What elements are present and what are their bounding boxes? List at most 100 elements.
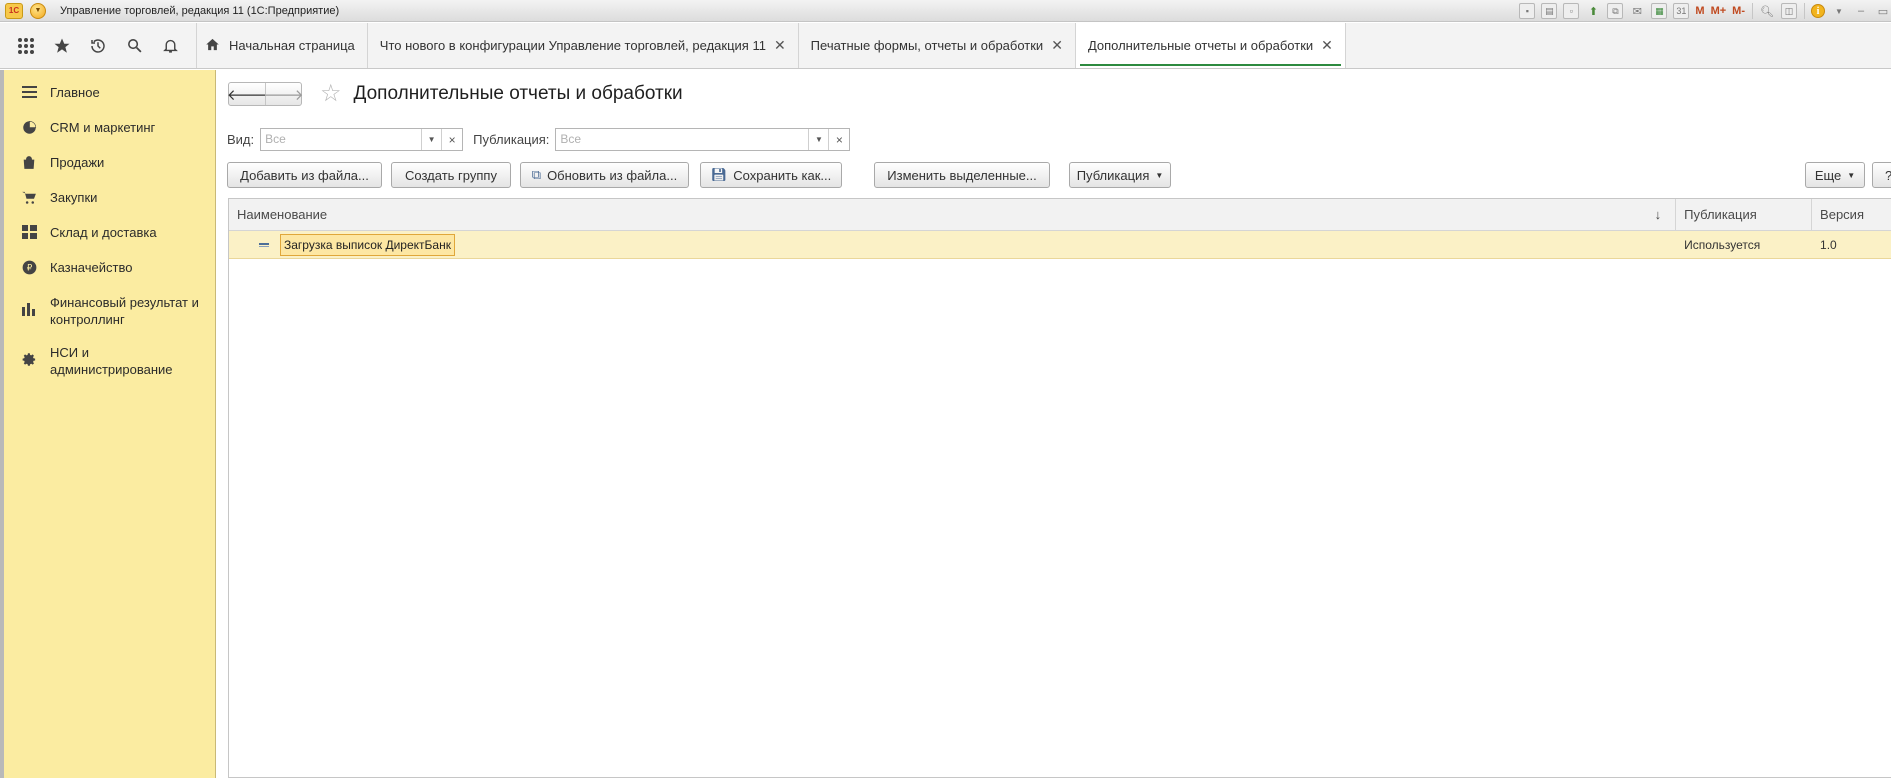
add-from-file-button[interactable]: Добавить из файла...	[227, 162, 382, 188]
tab-label: Печатные формы, отчеты и обработки	[810, 38, 1044, 53]
sidebar-item-sales[interactable]: Продажи	[4, 144, 215, 179]
warehouse-grid-icon	[20, 223, 38, 241]
favorites-star-icon[interactable]	[44, 28, 80, 64]
tab-label: Начальная страница	[229, 38, 355, 53]
publication-filter-input[interactable]: Все	[556, 129, 810, 150]
sidebar-item-label: Финансовый результат и контроллинг	[50, 295, 199, 327]
sidebar-item-admin[interactable]: НСИ и администрирование	[4, 334, 215, 378]
chevron-down-icon: ▼	[1847, 170, 1856, 180]
button-label: Обновить из файла...	[547, 167, 678, 183]
table-header: Наименование ↓ Публикация Версия	[229, 199, 1891, 231]
publication-filter-field[interactable]: Все ▼ ×	[555, 128, 851, 151]
column-label: Наименование	[237, 207, 328, 222]
page-header: 🡐 🡒 ☆ Дополнительные отчеты и обработки	[227, 82, 683, 106]
preview-icon[interactable]: ▫	[1563, 3, 1580, 19]
close-icon[interactable]: ✕	[1051, 37, 1063, 54]
divider	[1752, 3, 1753, 19]
email-icon[interactable]: ✉	[1629, 3, 1645, 19]
save-icon[interactable]: ▪	[1519, 3, 1536, 19]
favorite-star-icon[interactable]: ☆	[320, 82, 342, 106]
memory-plus-button[interactable]: M+	[1711, 5, 1727, 17]
pie-chart-icon	[20, 118, 38, 136]
chevron-down-icon: ▼	[1155, 170, 1164, 180]
divider	[1804, 3, 1805, 19]
cell-name[interactable]: Загрузка выписок ДиректБанк	[229, 231, 1676, 258]
update-from-file-button[interactable]: ⧉ Обновить из файла...	[520, 162, 689, 188]
vid-filter-input[interactable]: Все	[261, 129, 423, 150]
cell-publication[interactable]: Используется	[1676, 231, 1812, 258]
sidebar-item-finance[interactable]: Финансовый результат и контроллинг	[4, 284, 215, 328]
clear-icon[interactable]: ×	[442, 129, 462, 150]
memory-m-button[interactable]: M	[1695, 5, 1704, 17]
clear-icon[interactable]: ×	[829, 129, 849, 150]
history-icon[interactable]	[80, 28, 116, 64]
help-button[interactable]: ?	[1872, 162, 1891, 188]
notifications-bell-icon[interactable]	[152, 28, 188, 64]
zoom-icon[interactable]: 🔍︎	[1759, 3, 1775, 19]
bar-chart-icon	[20, 300, 38, 318]
navigation-buttons: 🡐 🡒	[227, 82, 304, 106]
home-icon	[205, 37, 220, 55]
cart-icon	[20, 188, 38, 206]
table-row[interactable]: Загрузка выписок ДиректБанк Используется…	[229, 231, 1891, 259]
close-icon[interactable]: ✕	[774, 37, 786, 54]
window-title: Управление торговлей, редакция 11 (1С:Пр…	[60, 4, 340, 17]
search-icon[interactable]	[116, 28, 152, 64]
memory-minus-button[interactable]: M-	[1732, 5, 1745, 17]
back-arrow-icon[interactable]: 🡐	[227, 83, 267, 105]
close-icon[interactable]: ✕	[1321, 37, 1333, 54]
svg-text:₽: ₽	[26, 263, 32, 273]
quick-nav	[0, 23, 196, 68]
sidebar-item-purchases[interactable]: Закупки	[4, 179, 215, 214]
tab-print-forms[interactable]: Печатные формы, отчеты и обработки ✕	[797, 23, 1075, 68]
apps-grid-icon[interactable]	[8, 28, 44, 64]
cell-version[interactable]: 1.0	[1812, 231, 1891, 258]
spreadsheet-icon[interactable]: ▦	[1651, 3, 1668, 19]
title-bar: 1С ▼ Управление торговлей, редакция 11 (…	[0, 0, 1891, 22]
column-header-version[interactable]: Версия	[1812, 199, 1891, 230]
copy-icon[interactable]: ⧉	[1607, 3, 1624, 19]
info-icon[interactable]: i	[1811, 4, 1825, 18]
button-label: Публикация	[1076, 167, 1150, 183]
panels-icon[interactable]: ◫	[1781, 3, 1797, 19]
column-header-name[interactable]: Наименование ↓	[229, 199, 1677, 230]
sort-arrow-icon: ↓	[1654, 207, 1662, 222]
forward-arrow-icon[interactable]: 🡒	[263, 83, 304, 105]
save-as-button[interactable]: 💾︎ Сохранить как...	[700, 162, 842, 188]
chevron-down-icon[interactable]: ▼	[1831, 3, 1847, 19]
more-button[interactable]: Еще ▼	[1805, 162, 1865, 188]
vid-filter-field[interactable]: Все ▼ ×	[260, 128, 464, 151]
update-file-icon: ⧉	[531, 167, 542, 182]
minimize-icon[interactable]: –	[1853, 3, 1869, 19]
main-menu-button[interactable]: ▼	[30, 2, 46, 19]
column-label: Версия	[1820, 207, 1864, 222]
link-icon[interactable]: ⬆	[1585, 3, 1601, 19]
button-label: Еще	[1814, 167, 1842, 183]
print-icon[interactable]: ▤	[1541, 3, 1558, 19]
chevron-down-icon[interactable]: ▼	[422, 129, 443, 150]
tab-additional-reports[interactable]: Дополнительные отчеты и обработки ✕	[1074, 23, 1346, 68]
calendar-icon[interactable]: 31	[1673, 3, 1690, 19]
column-header-publication[interactable]: Публикация	[1676, 199, 1813, 230]
tab-bar: Начальная страница Что нового в конфигур…	[0, 23, 1891, 69]
sidebar-item-label: Склад и доставка	[50, 225, 157, 240]
sidebar-item-label: Продажи	[50, 155, 105, 170]
publication-dropdown-button[interactable]: Публикация ▼	[1069, 162, 1171, 188]
chevron-down-icon[interactable]: ▼	[809, 129, 830, 150]
tab-label: Дополнительные отчеты и обработки	[1087, 38, 1314, 53]
publication-filter-label: Публикация:	[473, 132, 550, 147]
sidebar-item-main[interactable]: Главное	[4, 74, 215, 109]
button-label: Изменить выделенные...	[887, 167, 1037, 183]
tab-home[interactable]: Начальная страница	[196, 23, 367, 68]
menu-lines-icon	[20, 83, 38, 101]
change-selected-button[interactable]: Изменить выделенные...	[874, 162, 1050, 188]
create-group-button[interactable]: Создать группу	[391, 162, 511, 188]
sidebar-item-warehouse[interactable]: Склад и доставка	[4, 214, 215, 249]
maximize-icon[interactable]: ▭	[1875, 3, 1891, 19]
tab-whats-new[interactable]: Что нового в конфигурации Управление тор…	[366, 23, 798, 68]
cell-name-value[interactable]: Загрузка выписок ДиректБанк	[280, 233, 455, 256]
sidebar-item-crm[interactable]: CRM и маркетинг	[4, 109, 215, 144]
sidebar-item-label: НСИ и администрирование	[50, 345, 173, 377]
sidebar-item-treasury[interactable]: ₽ Казначейство	[4, 249, 215, 284]
app-logo-icon[interactable]: 1С	[5, 2, 23, 19]
